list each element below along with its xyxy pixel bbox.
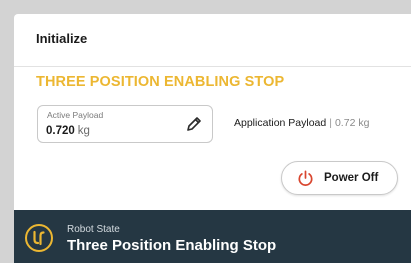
universal-robots-logo [25, 224, 53, 252]
active-payload-field[interactable]: Active Payload 0.720 kg [37, 105, 213, 143]
active-payload-value-group: 0.720 kg [46, 125, 90, 137]
pencil-icon[interactable] [184, 114, 204, 134]
active-payload-unit: kg [77, 125, 90, 137]
active-payload-label: Active Payload [47, 110, 104, 120]
application-payload-separator: | [329, 117, 332, 129]
panel-header: Initialize [14, 14, 411, 67]
robot-state-bar: Robot State Three Position Enabling Stop [14, 210, 411, 263]
active-payload-value: 0.720 [46, 125, 75, 137]
initialize-panel: Initialize THREE POSITION ENABLING STOP … [14, 14, 411, 263]
robot-state-value: Three Position Enabling Stop [67, 237, 277, 254]
application-payload: Application Payload | 0.72 kg [234, 117, 369, 129]
power-off-label: Power Off [324, 172, 379, 184]
power-off-button[interactable]: Power Off [281, 161, 398, 195]
enabling-stop-warning: THREE POSITION ENABLING STOP [36, 74, 285, 90]
page-title: Initialize [36, 31, 88, 46]
robot-state-caption: Robot State [67, 224, 120, 235]
application-payload-label: Application Payload [234, 117, 327, 129]
application-payload-value: 0.72 kg [334, 117, 370, 129]
power-icon [298, 170, 313, 186]
